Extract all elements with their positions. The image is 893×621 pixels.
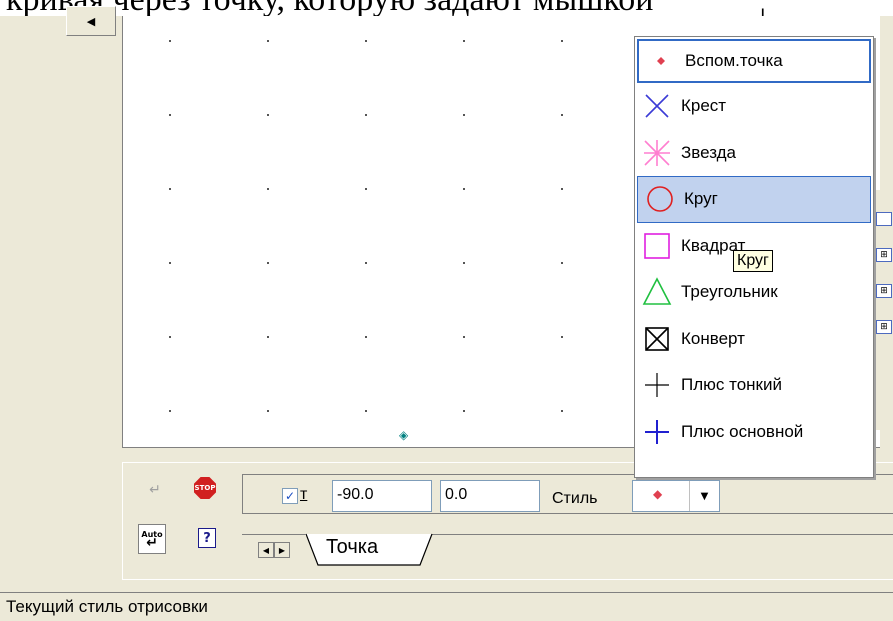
star-icon — [639, 138, 675, 168]
menu-item-triangle[interactable]: Треугольник — [635, 269, 873, 316]
aux-point-icon: ◆ — [653, 487, 663, 501]
grid-dot — [365, 40, 367, 42]
toolbar-button[interactable]: ⊞ — [876, 284, 892, 298]
grid-dot — [463, 410, 465, 412]
plus-thin-icon — [639, 370, 675, 400]
menu-item-label: Конверт — [681, 328, 745, 348]
menu-item-star[interactable]: Звезда — [635, 130, 873, 177]
menu-item-label: Плюс основной — [681, 421, 804, 441]
grid-dot — [169, 336, 171, 338]
grid-dot — [561, 188, 563, 190]
grid-dot — [267, 410, 269, 412]
tab-label: Точка — [326, 536, 379, 558]
grid-dot — [561, 336, 563, 338]
grid-dot — [561, 40, 563, 42]
grid-dot — [365, 336, 367, 338]
help-icon: ? — [198, 528, 216, 548]
enter-icon: ↵ — [149, 482, 161, 498]
menu-item-envelope[interactable]: Конверт — [635, 316, 873, 363]
grid-dot — [463, 336, 465, 338]
grid-dot — [365, 410, 367, 412]
auto-arrow-icon: ↵ — [146, 535, 158, 551]
grid-dot — [267, 40, 269, 42]
stop-button[interactable]: STOP — [190, 474, 220, 502]
toolbar-button[interactable]: ⊞ — [876, 320, 892, 334]
fix-checkbox[interactable]: ✓ — [282, 488, 298, 504]
stop-icon: STOP — [194, 477, 216, 499]
menu-item-label: Плюс тонкий — [681, 375, 782, 395]
dropdown-arrow-icon[interactable]: ▼ — [689, 481, 719, 511]
aux-point-icon — [643, 46, 679, 76]
grid-dot — [561, 114, 563, 116]
second-input[interactable]: 0.0 — [440, 480, 540, 512]
menu-item-label: Вспом.точка — [685, 51, 783, 70]
tab-point[interactable]: Точка — [306, 533, 438, 566]
right-toolbar: ⊞ ⊞ ⊞ — [874, 190, 893, 430]
menu-item-label: Круг — [684, 189, 718, 209]
grid-dot — [169, 188, 171, 190]
cross-icon — [639, 91, 675, 121]
toolbar-button[interactable] — [876, 212, 892, 226]
angle-input[interactable]: -90.0 — [332, 480, 432, 512]
grid-dot — [267, 262, 269, 264]
point-marker-icon: ◈ — [399, 428, 409, 442]
grid-dot — [463, 114, 465, 116]
grid-dot — [561, 410, 563, 412]
style-label: Стиль — [552, 490, 598, 507]
menu-item-plus-thin[interactable]: Плюс тонкий — [635, 362, 873, 409]
scroll-left-button[interactable]: ◀ — [66, 6, 116, 36]
help-button[interactable]: ? — [192, 524, 222, 552]
tab-row: ◀ ▶ Точка — [242, 533, 893, 570]
t-label: т — [300, 486, 308, 503]
grid-dot — [169, 114, 171, 116]
grid-dot — [169, 410, 171, 412]
grid-dot — [365, 188, 367, 190]
plus-main-icon — [639, 417, 675, 447]
grid-dot — [267, 114, 269, 116]
auto-button[interactable]: Auto ↵ — [138, 524, 166, 554]
menu-item-label: Крест — [681, 96, 727, 116]
menu-item-label: Звезда — [681, 142, 736, 162]
square-icon — [639, 231, 675, 261]
envelope-icon — [639, 324, 675, 354]
grid-dot — [463, 40, 465, 42]
menu-item-circle[interactable]: Круг — [637, 176, 871, 223]
grid-dot — [365, 114, 367, 116]
status-text: Текущий стиль отрисовки — [6, 597, 208, 616]
grid-dot — [463, 262, 465, 264]
menu-item-plus-main[interactable]: Плюс основной — [635, 409, 873, 456]
grid-dot — [169, 40, 171, 42]
tooltip: Круг — [733, 250, 773, 272]
arrow-left-icon: ◀ — [86, 14, 96, 28]
grid-dot — [169, 262, 171, 264]
tab-prev-button[interactable]: ◀ — [258, 542, 274, 558]
menu-item-label: Треугольник — [681, 282, 778, 302]
menu-item-cross[interactable]: Крест — [635, 83, 873, 130]
menu-item-aux-point[interactable]: Вспом.точка — [637, 39, 871, 83]
style-select[interactable]: ◆ ▼ — [632, 480, 720, 512]
status-bar: Текущий стиль отрисовки — [0, 592, 893, 621]
grid-dot — [267, 188, 269, 190]
triangle-icon — [639, 277, 675, 307]
grid-dot — [463, 188, 465, 190]
grid-dot — [267, 336, 269, 338]
toolbar-button[interactable]: ⊞ — [876, 248, 892, 262]
circle-icon — [642, 184, 678, 214]
enter-object-button[interactable]: ↵ — [140, 476, 170, 504]
grid-dot — [365, 262, 367, 264]
tab-next-button[interactable]: ▶ — [274, 542, 290, 558]
grid-dot — [561, 262, 563, 264]
